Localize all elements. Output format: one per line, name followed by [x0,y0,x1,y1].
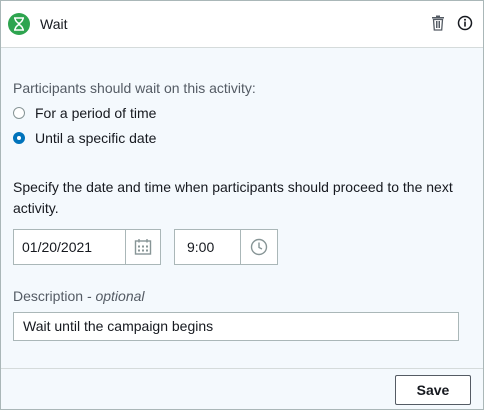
radio-button-unselected[interactable] [13,107,25,119]
radio-period-of-time[interactable]: For a period of time [13,105,156,121]
panel-title: Wait [40,16,68,32]
description-label: Description - optional [13,288,145,304]
save-button[interactable]: Save [395,375,471,405]
date-field[interactable]: 01/20/2021 [13,229,161,265]
wait-activity-panel: Wait Participants should wait on this ac… [0,0,484,410]
trash-icon[interactable] [431,15,445,31]
description-input[interactable]: Wait until the campaign begins [13,312,459,341]
panel-header: Wait [1,1,483,48]
time-value[interactable]: 9:00 [175,239,240,255]
schedule-label: Specify the date and time when participa… [13,179,453,216]
radio-label: For a period of time [35,105,157,121]
wait-options-label: Participants should wait on this activit… [13,80,256,96]
calendar-icon[interactable] [125,230,160,264]
panel-footer: Save [1,368,483,409]
info-icon[interactable] [457,15,473,31]
description-label-text: Description [13,288,84,304]
radio-button-selected[interactable] [13,132,25,144]
optional-suffix: - optional [86,288,145,304]
radio-specific-date[interactable]: Until a specific date [13,130,156,146]
time-field[interactable]: 9:00 [174,229,278,265]
date-value[interactable]: 01/20/2021 [14,239,125,255]
hourglass-icon [8,13,30,35]
radio-label: Until a specific date [35,130,157,146]
clock-icon[interactable] [240,230,277,264]
